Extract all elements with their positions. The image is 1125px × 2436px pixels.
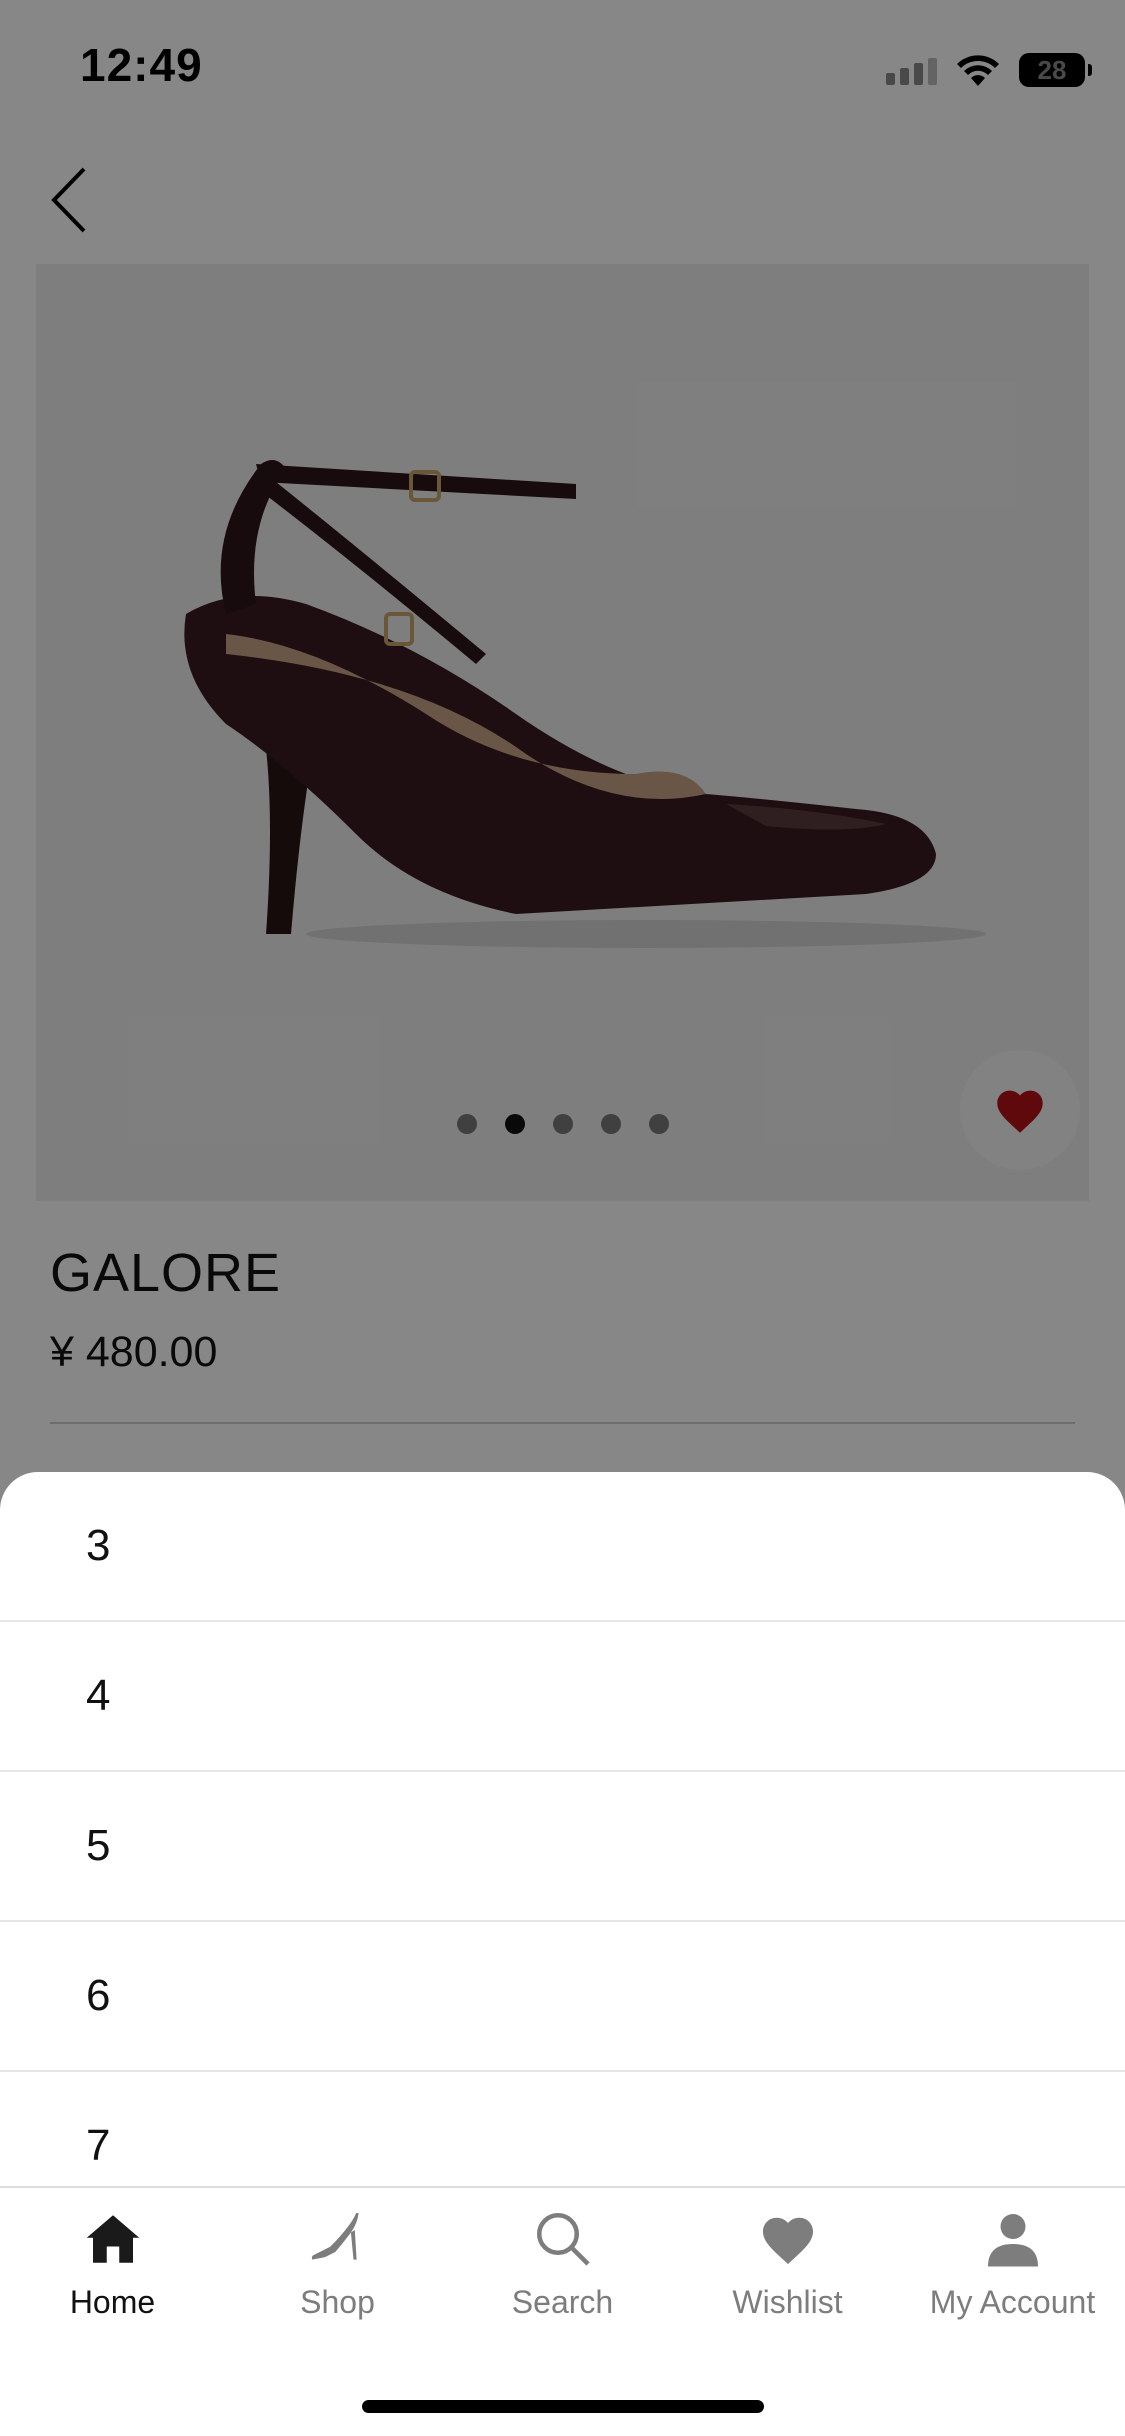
size-option-5[interactable]: 5 bbox=[0, 1772, 1125, 1922]
size-option-3[interactable]: 3 bbox=[0, 1472, 1125, 1622]
tab-label: Home bbox=[69, 2284, 156, 2320]
tab-label: Shop bbox=[300, 2284, 375, 2320]
size-picker-sheet: 3 4 5 6 7 bbox=[0, 1472, 1125, 2186]
product-page: 12:49 28 GALORE ¥ 480.00 3 4 5 6 7 Home … bbox=[0, 0, 1125, 2436]
size-option-6[interactable]: 6 bbox=[0, 1922, 1125, 2072]
tab-bar: Home Shop Search Wishlist My Account bbox=[0, 2186, 1125, 2436]
search-icon bbox=[530, 2206, 596, 2272]
high-heel-icon bbox=[305, 2206, 371, 2272]
tab-shop[interactable]: Shop bbox=[225, 2188, 450, 2338]
tab-my-account[interactable]: My Account bbox=[900, 2188, 1125, 2338]
tab-label: Wishlist bbox=[732, 2284, 843, 2320]
home-indicator[interactable] bbox=[362, 2400, 764, 2413]
tab-home[interactable]: Home bbox=[0, 2188, 225, 2338]
size-option-4[interactable]: 4 bbox=[0, 1622, 1125, 1772]
tab-label: Search bbox=[511, 2284, 614, 2320]
tab-wishlist[interactable]: Wishlist bbox=[675, 2188, 900, 2338]
account-icon bbox=[980, 2206, 1046, 2272]
size-option-7[interactable]: 7 bbox=[0, 2072, 1125, 2186]
tab-label: My Account bbox=[929, 2284, 1096, 2320]
tab-search[interactable]: Search bbox=[450, 2188, 675, 2338]
heart-icon bbox=[755, 2206, 821, 2272]
home-icon bbox=[80, 2206, 146, 2272]
